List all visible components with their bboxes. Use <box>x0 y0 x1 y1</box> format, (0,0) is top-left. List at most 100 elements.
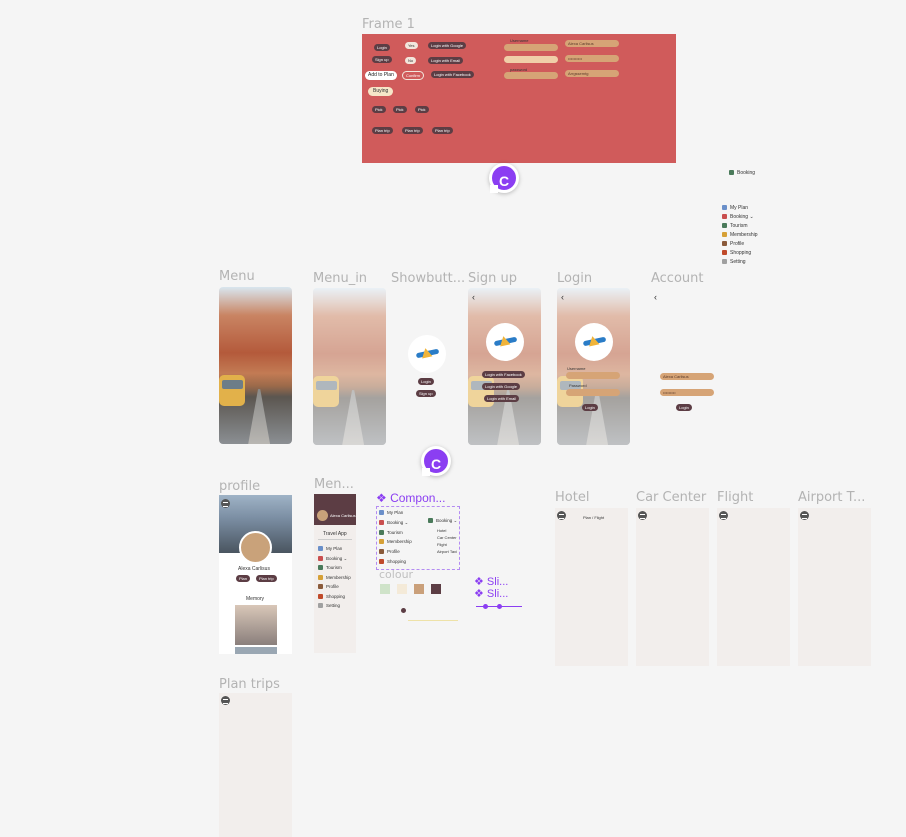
memory-heading: Memory <box>246 596 265 602</box>
plan-trip-button-1[interactable]: Plan trip <box>372 127 393 134</box>
booking-icon <box>722 214 727 219</box>
buying-button[interactable]: Buying <box>368 87 394 96</box>
plan-icon <box>318 546 323 551</box>
cursor-field[interactable] <box>504 56 558 63</box>
no-button[interactable]: No <box>405 57 417 64</box>
component-label: ❖ Compon... <box>376 491 445 505</box>
back-chevron-icon[interactable]: ‹ <box>472 292 475 302</box>
memory-photo-1[interactable] <box>235 605 277 645</box>
menu-item-membership[interactable]: Membership <box>318 573 351 583</box>
menu-item-booking[interactable]: Booking ⌄ <box>318 554 351 564</box>
menu-item-label: Booking ⌄ <box>326 555 348 561</box>
menu-item-myplan[interactable]: My Plan <box>318 544 351 554</box>
menu-item-shopping[interactable]: Shopping <box>318 592 351 602</box>
back-chevron-icon[interactable]: ‹ <box>561 292 564 302</box>
pick-button-3[interactable]: Pick <box>415 106 429 113</box>
floating-item-label: Tourism <box>730 223 748 229</box>
menu-item-tourism[interactable]: Tourism <box>318 563 351 573</box>
slider-handle-2[interactable] <box>497 604 502 609</box>
account-login-button[interactable]: Login <box>676 404 692 411</box>
login-submit-button[interactable]: Login <box>582 404 598 411</box>
name-field[interactable]: Alexa Carlisus <box>565 40 619 47</box>
showbutt-signup-button[interactable]: Sign up <box>416 390 436 397</box>
floating-item-shopping[interactable]: Shopping <box>722 249 758 258</box>
submenu-car-center[interactable]: Car Center <box>437 534 457 541</box>
floating-item-profile[interactable]: Profile <box>722 240 758 249</box>
showbutt-login-button[interactable]: Login <box>418 378 434 385</box>
password-field[interactable] <box>504 72 558 79</box>
signup-facebook-button[interactable]: Login with Facebook <box>482 371 525 378</box>
login-button[interactable]: Login <box>374 44 390 51</box>
menu-item-label: Membership <box>326 574 351 580</box>
menu-hamburger-icon[interactable] <box>719 511 728 520</box>
colour-swatch-3 <box>414 584 424 594</box>
frame-label-flight: Flight <box>717 490 754 505</box>
login-password-field[interactable] <box>566 389 620 396</box>
floating-item-tourism[interactable]: Tourism <box>722 222 758 231</box>
signup-google-button[interactable]: Login with Google <box>482 383 521 390</box>
slider-components: ❖ Sli... ❖ Sli... <box>474 576 508 600</box>
frame-label-plan-trips: Plan trips <box>219 677 280 692</box>
floating-item-booking[interactable]: Booking ⌄ <box>722 213 758 222</box>
menu-hamburger-icon[interactable] <box>557 511 566 520</box>
component-item[interactable]: Tourism <box>379 528 412 538</box>
component-item[interactable]: Profile <box>379 547 412 557</box>
component-item[interactable]: Membership <box>379 537 412 547</box>
floating-item-setting[interactable]: Setting <box>722 258 758 267</box>
menu-item-label: Shopping <box>326 593 346 599</box>
login-username-field[interactable] <box>566 372 620 379</box>
pick-button-1[interactable]: Pick <box>372 106 386 113</box>
submenu-flight[interactable]: Flight <box>437 541 457 548</box>
slider-component-2[interactable]: ❖ Sli... <box>474 588 508 600</box>
login-password-label: Password <box>569 383 587 388</box>
profile-plan-trip-button[interactable]: Plan trip <box>256 575 277 582</box>
road-image <box>342 390 365 445</box>
dots-field[interactable]: •••••••••• <box>565 55 619 62</box>
floating-item-myplan[interactable]: My Plan <box>722 204 758 213</box>
component-list: My Plan Booking ⌄ Tourism Membership Pro… <box>379 508 412 567</box>
add-to-plan-button[interactable]: Add to Plan <box>365 71 397 80</box>
pick-button-2[interactable]: Pick <box>393 106 407 113</box>
plan-trip-button-3[interactable]: Plan trip <box>432 127 453 134</box>
password-visible-field[interactable]: Arrgssemtg <box>565 70 619 77</box>
menu-user-avatar <box>317 510 328 521</box>
floating-booking[interactable]: Booking <box>729 170 755 176</box>
plan-trip-button-2[interactable]: Plan trip <box>402 127 423 134</box>
username-field[interactable] <box>504 44 558 51</box>
signup-email-button[interactable]: Login with Email <box>484 395 520 402</box>
memory-photo-2[interactable] <box>235 647 277 654</box>
signup-button[interactable]: Sign up <box>372 56 392 63</box>
menu-item-setting[interactable]: Setting <box>318 601 351 611</box>
component-item-label: Shopping <box>387 558 407 564</box>
slider-component-1[interactable]: ❖ Sli... <box>474 576 508 588</box>
submenu-hotel[interactable]: Hotel <box>437 527 457 534</box>
back-chevron-icon[interactable]: ‹ <box>654 292 657 302</box>
frame-label-men: Men... <box>314 477 354 492</box>
floating-item-membership[interactable]: Membership <box>722 231 758 240</box>
menu-item-profile[interactable]: Profile <box>318 582 351 592</box>
menu-in-frame[interactable] <box>313 288 386 445</box>
collaborator-cursor-1: C <box>489 163 519 193</box>
component-box: My Plan Booking ⌄ Tourism Membership Pro… <box>376 506 460 570</box>
menu-hamburger-icon[interactable] <box>221 499 230 508</box>
slider-handle-1[interactable] <box>483 604 488 609</box>
submenu-airport-taxi[interactable]: Airport Taxi <box>437 548 457 555</box>
menu-hamburger-icon[interactable] <box>638 511 647 520</box>
confirm-button[interactable]: Confirm <box>402 71 425 80</box>
component-booking[interactable]: Booking ⌄ <box>428 518 457 524</box>
component-item[interactable]: My Plan <box>379 508 412 518</box>
login-facebook-button[interactable]: Login with Facebook <box>431 71 474 78</box>
profile-plan-button[interactable]: Plan <box>236 575 251 582</box>
login-username-label: Username <box>567 366 586 371</box>
account-name-field[interactable]: Alexa Carlisus <box>660 373 714 380</box>
menu-hamburger-icon[interactable] <box>221 696 230 705</box>
yes-button[interactable]: Yes <box>405 42 418 49</box>
component-item[interactable]: Shopping <box>379 557 412 567</box>
menu-app-title: Travel App <box>323 531 347 537</box>
login-google-button[interactable]: Login with Google <box>428 42 467 49</box>
account-password-field[interactable]: ••••••••• <box>660 389 714 396</box>
menu-frame[interactable] <box>219 287 292 444</box>
menu-hamburger-icon[interactable] <box>800 511 809 520</box>
login-email-button[interactable]: Login with Email <box>428 57 464 64</box>
component-item[interactable]: Booking ⌄ <box>379 518 412 528</box>
